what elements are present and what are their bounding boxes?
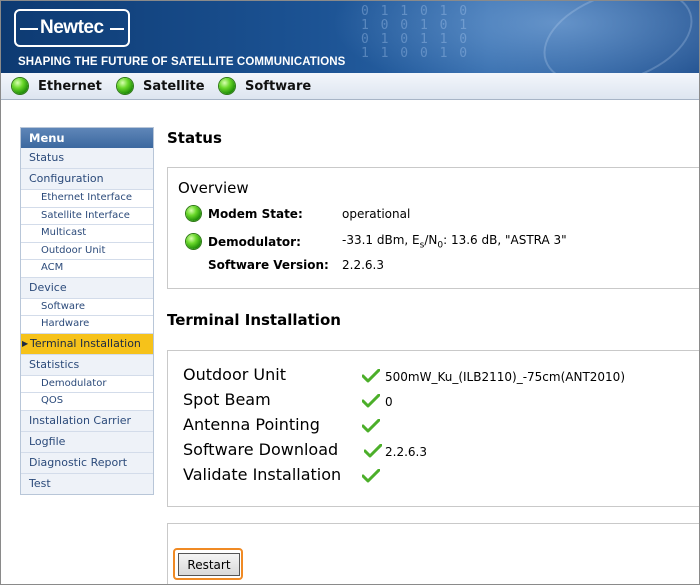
modem-state-value: operational — [342, 206, 411, 221]
validate-installation-label: Validate Installation — [183, 465, 342, 484]
software-download-label: Software Download — [183, 440, 339, 459]
status-satellite: Satellite — [117, 77, 205, 95]
restart-button[interactable]: Restart — [178, 553, 240, 576]
menu-item-test[interactable]: Test — [21, 473, 153, 494]
check-icon — [362, 394, 380, 408]
status-satellite-label: Satellite — [143, 78, 205, 94]
menu-item-multicast[interactable]: Multicast — [21, 225, 153, 243]
newtec-logo: Newtec — [14, 9, 130, 47]
overview-title: Overview — [178, 179, 249, 197]
menu-item-configuration[interactable]: Configuration — [21, 169, 153, 190]
menu-item-acm[interactable]: ACM — [21, 260, 153, 278]
software-version-row: Software Version: 2.2.6.3 — [208, 258, 384, 272]
demodulator-label: Demodulator: — [208, 234, 301, 249]
status-strip: Ethernet Satellite Software — [1, 73, 699, 100]
outdoor-unit-value: 500mW_Ku_(ILB2110)_-75cm(ANT2010) — [385, 370, 625, 384]
spot-beam-value: 0 — [385, 395, 393, 409]
header-banner: 0 1 1 0 1 01 0 0 1 0 10 1 0 1 1 01 1 0 0… — [1, 1, 699, 73]
demodulator-led-icon — [186, 234, 201, 250]
menu-item-outdoor-unit[interactable]: Outdoor Unit — [21, 242, 153, 260]
check-icon — [362, 419, 380, 433]
active-caret-icon: ▶ — [22, 338, 29, 348]
menu-item-qos[interactable]: QOS — [21, 393, 153, 411]
demodulator-row: Demodulator: -33.1 dBm, Es/N0: 13.6 dB, … — [186, 233, 567, 250]
menu-item-demodulator[interactable]: Demodulator — [21, 375, 153, 393]
menu-item-statistics[interactable]: Statistics — [21, 354, 153, 376]
menu-item-installation-carrier[interactable]: Installation Carrier — [21, 410, 153, 432]
menu-title: Menu — [21, 128, 153, 148]
antenna-pointing-label: Antenna Pointing — [183, 415, 320, 434]
software-version-label: Software Version: — [208, 258, 329, 272]
status-software-label: Software — [245, 78, 312, 94]
logo-text: Newtec — [40, 17, 104, 38]
banner-decoration: 0 1 1 0 1 01 0 0 1 0 10 1 0 1 1 01 1 0 0… — [361, 4, 470, 61]
terminal-installation-heading: Terminal Installation — [167, 311, 341, 329]
spot-beam-label: Spot Beam — [183, 390, 271, 409]
menu-item-software[interactable]: Software — [21, 298, 153, 316]
menu-item-ethernet-interface[interactable]: Ethernet Interface — [21, 190, 153, 208]
software-version-value: 2.2.6.3 — [342, 258, 384, 272]
demodulator-value: -33.1 dBm, Es/N0: 13.6 dB, "ASTRA 3" — [342, 233, 567, 251]
check-icon — [362, 369, 380, 383]
check-icon — [362, 469, 380, 483]
status-software: Software — [219, 77, 311, 95]
tagline: SHAPING THE FUTURE OF SATELLITE COMMUNIC… — [18, 56, 346, 68]
actions-panel — [167, 523, 699, 584]
menu-item-satellite-interface[interactable]: Satellite Interface — [21, 207, 153, 225]
status-led-icon — [219, 78, 235, 94]
status-led-icon — [12, 78, 28, 94]
menu-item-terminal-installation-label: Terminal Installation — [30, 336, 141, 350]
check-icon — [364, 444, 382, 458]
status-led-icon — [117, 78, 133, 94]
outdoor-unit-label: Outdoor Unit — [183, 365, 286, 384]
status-heading: Status — [167, 129, 222, 147]
sidebar-menu: Menu Status Configuration Ethernet Inter… — [20, 127, 154, 495]
software-download-value: 2.2.6.3 — [385, 445, 427, 459]
menu-item-device[interactable]: Device — [21, 277, 153, 299]
modem-state-led-icon — [186, 206, 201, 221]
menu-item-diagnostic-report[interactable]: Diagnostic Report — [21, 452, 153, 474]
modem-state-label: Modem State: — [208, 206, 303, 221]
menu-item-status[interactable]: Status — [21, 148, 153, 169]
menu-item-terminal-installation[interactable]: ▶ Terminal Installation — [21, 333, 153, 355]
menu-item-logfile[interactable]: Logfile — [21, 431, 153, 453]
modem-state-row: Modem State: operational — [186, 206, 410, 221]
menu-item-hardware[interactable]: Hardware — [21, 316, 153, 334]
app-window: 0 1 1 0 1 01 0 0 1 0 10 1 0 1 1 01 1 0 0… — [0, 0, 700, 585]
status-ethernet-label: Ethernet — [38, 78, 102, 94]
status-ethernet: Ethernet — [12, 77, 102, 95]
